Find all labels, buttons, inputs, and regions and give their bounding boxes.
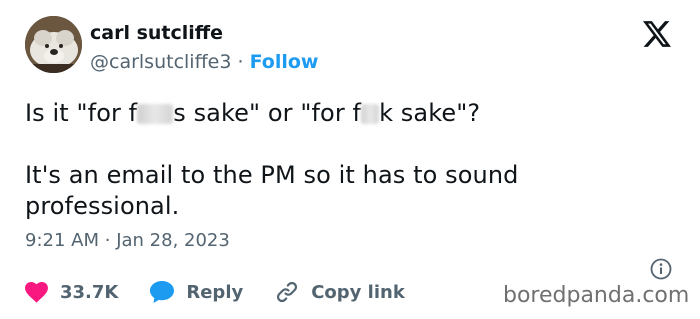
reply-label: Reply	[186, 281, 244, 303]
link-icon	[277, 281, 298, 303]
author-name[interactable]: carl sutcliffe	[90, 21, 223, 45]
divider	[25, 267, 645, 268]
tweet-text: Is it "for f s sake" or "for f k sake"? It…	[25, 98, 665, 222]
censored-letters	[361, 104, 380, 124]
tweet-text-part: Is it "for f	[25, 99, 138, 127]
heart-icon	[25, 281, 48, 303]
tweet-paragraph-1: Is it "for f s sake" or "for f k sake"?	[25, 98, 665, 129]
author-handle[interactable]: @carlsutcliffe3	[90, 51, 231, 73]
tweet-text-part: s sake" or "for f	[173, 99, 362, 127]
tweet-paragraph-2: It's an email to the PM so it has to sou…	[25, 161, 519, 220]
avatar[interactable]	[25, 16, 82, 73]
copy-link-button[interactable]: Copy link	[275, 280, 405, 304]
speech-bubble-icon	[150, 281, 175, 303]
tweet-time: 9:21 AM	[25, 230, 99, 251]
handle-separator: ·	[237, 51, 244, 73]
watermark: boredpanda.com	[503, 283, 690, 308]
tweet-actions: 33.7K Reply Copy link	[25, 279, 405, 305]
timestamp-separator: ·	[104, 230, 111, 251]
censored-letters	[137, 104, 174, 124]
tweet-text-part: k sake"?	[379, 99, 481, 127]
like-button[interactable]: 33.7K	[25, 281, 119, 303]
author-handle-line: @carlsutcliffe3 · Follow	[90, 50, 319, 74]
reply-button[interactable]: Reply	[150, 281, 243, 303]
likes-count: 33.7K	[60, 281, 119, 303]
follow-button[interactable]: Follow	[250, 51, 319, 73]
tweet-timestamp[interactable]: 9:21 AM · Jan 28, 2023	[25, 230, 230, 252]
info-icon[interactable]	[650, 258, 672, 280]
x-logo-icon[interactable]	[643, 21, 671, 47]
copy-link-label: Copy link	[311, 281, 405, 303]
tweet-date: Jan 28, 2023	[116, 230, 230, 251]
